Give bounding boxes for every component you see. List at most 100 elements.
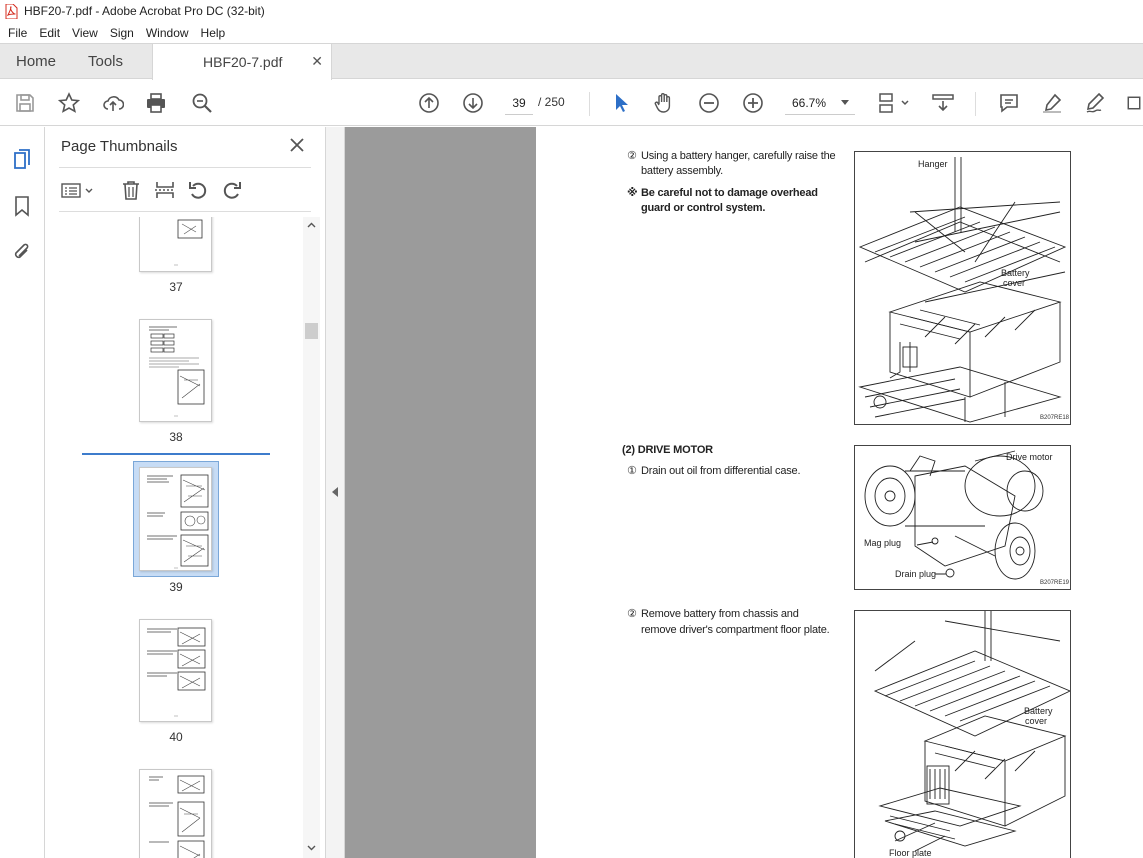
figure-label: Battery xyxy=(1024,706,1053,716)
thumbnail-page-37[interactable] xyxy=(139,217,212,272)
save-icon[interactable] xyxy=(13,91,37,115)
highlight-pen-icon[interactable] xyxy=(1040,91,1064,115)
step-number: ② xyxy=(627,608,637,620)
sign-pen-icon[interactable] xyxy=(1083,91,1107,115)
menu-help[interactable]: Help xyxy=(195,26,232,40)
current-page-indicator xyxy=(82,453,270,455)
chevron-down-icon xyxy=(841,100,849,105)
menu-bar: File Edit View Sign Window Help xyxy=(0,22,1143,43)
thumbnail-scrollbar[interactable] xyxy=(303,217,320,858)
page-number-input[interactable]: 39 xyxy=(505,91,533,115)
trash-icon[interactable] xyxy=(120,179,142,201)
navigation-rail xyxy=(0,127,45,858)
print-icon[interactable] xyxy=(144,91,168,115)
figure-label: Hanger xyxy=(918,159,948,169)
battery-hanger-figure: Hanger Battery cover B207RE18 xyxy=(854,151,1071,425)
tab-tools[interactable]: Tools xyxy=(88,44,123,79)
tab-home[interactable]: Home xyxy=(16,44,56,79)
scroll-down-icon[interactable] xyxy=(307,843,316,852)
rotate-left-icon[interactable] xyxy=(187,179,209,201)
acrobat-pdf-icon xyxy=(4,3,18,19)
thumbnail-page-41[interactable] xyxy=(139,769,212,858)
title-bar: HBF20-7.pdf - Adobe Acrobat Pro DC (32-b… xyxy=(0,0,1143,22)
scrollbar-thumb[interactable] xyxy=(305,323,318,339)
figure-label: Drive motor xyxy=(1006,452,1053,462)
thumbnail-page-40[interactable] xyxy=(139,619,212,722)
step-text: battery assembly. xyxy=(641,165,723,177)
step-number: ① xyxy=(627,465,637,477)
note-text: guard or control system. xyxy=(641,202,766,214)
drive-motor-figure: Drive motor Mag plug Drain plug B207RE19 xyxy=(854,445,1071,590)
collapse-panel-icon[interactable] xyxy=(332,487,338,497)
star-icon[interactable] xyxy=(57,91,81,115)
section-heading: (2) DRIVE MOTOR xyxy=(622,444,713,456)
thumbnail-label: 38 xyxy=(169,430,183,444)
step-number: ② xyxy=(627,150,637,162)
panel-title: Page Thumbnails xyxy=(61,138,178,155)
step-text: Using a battery hanger, carefully raise … xyxy=(641,150,836,162)
comment-icon[interactable] xyxy=(997,91,1021,115)
menu-edit[interactable]: Edit xyxy=(33,26,66,40)
panel-splitter[interactable] xyxy=(325,127,345,858)
figure-code: B207RE19 xyxy=(1040,580,1070,586)
zoom-in-icon[interactable] xyxy=(741,91,765,115)
divider xyxy=(59,167,311,168)
toolbar: 39 / 250 66.7% xyxy=(0,80,1143,126)
menu-sign[interactable]: Sign xyxy=(104,26,140,40)
pdf-page: ② Using a battery hanger, carefully rais… xyxy=(536,127,1143,858)
upload-cloud-icon[interactable] xyxy=(101,91,125,115)
bookmark-icon[interactable] xyxy=(11,195,35,219)
thumbnail-page-38[interactable] xyxy=(139,319,212,422)
select-arrow-icon[interactable] xyxy=(609,91,633,115)
page-thumbnails-panel: Page Thumbnails 37 38 39 40 xyxy=(45,127,325,858)
step-text: remove driver's compartment floor plate. xyxy=(641,624,830,636)
battery-removal-figure: Battery cover Floor plate xyxy=(854,610,1071,858)
tab-bar: Home Tools HBF20-7.pdf ✕ xyxy=(0,43,1143,80)
step-text: Remove battery from chassis and xyxy=(641,608,799,620)
zoom-out-icon[interactable] xyxy=(697,91,721,115)
insert-pages-icon[interactable] xyxy=(154,179,176,201)
figure-label: Mag plug xyxy=(864,538,902,548)
thumbnail-list: 37 38 39 40 xyxy=(59,217,302,858)
scroll-up-icon[interactable] xyxy=(307,221,316,230)
close-tab-icon[interactable]: ✕ xyxy=(311,53,323,70)
thumbnail-options-icon[interactable] xyxy=(61,179,95,201)
page-total: / 250 xyxy=(538,95,565,109)
window-title: HBF20-7.pdf - Adobe Acrobat Pro DC (32-b… xyxy=(24,4,265,18)
scroll-mode-icon[interactable] xyxy=(931,91,955,115)
zoom-search-icon[interactable] xyxy=(190,91,214,115)
zoom-level-value: 66.7% xyxy=(792,95,827,110)
menu-file[interactable]: File xyxy=(2,26,33,40)
attachment-icon[interactable] xyxy=(11,241,35,265)
figure-label: cover xyxy=(1025,716,1048,726)
previous-page-icon[interactable] xyxy=(417,91,441,115)
thumbnail-label: 40 xyxy=(169,730,183,744)
document-view[interactable]: ② Using a battery hanger, carefully rais… xyxy=(345,127,1143,858)
figure-label: Floor plate xyxy=(889,848,932,858)
close-panel-icon[interactable] xyxy=(288,136,306,154)
thumbnail-label: 39 xyxy=(169,580,183,594)
figure-label: cover xyxy=(1003,278,1026,288)
rotate-right-icon[interactable] xyxy=(221,179,243,201)
tab-document[interactable]: HBF20-7.pdf ✕ xyxy=(152,44,332,80)
figure-code: B207RE18 xyxy=(1040,415,1070,421)
step-text: Drain out oil from differential case. xyxy=(641,465,801,477)
divider xyxy=(59,211,311,212)
menu-view[interactable]: View xyxy=(66,26,104,40)
menu-window[interactable]: Window xyxy=(140,26,195,40)
zoom-level-select[interactable]: 66.7% xyxy=(785,91,855,115)
hand-tool-icon[interactable] xyxy=(652,91,676,115)
toolbar-divider xyxy=(589,92,590,116)
tab-document-label: HBF20-7.pdf xyxy=(203,54,283,70)
page-display-icon[interactable] xyxy=(877,91,913,115)
more-tools-icon[interactable] xyxy=(1125,91,1143,115)
note-mark: ※ xyxy=(627,187,638,199)
thumbnail-label: 37 xyxy=(169,280,183,294)
thumbnail-page-39[interactable] xyxy=(139,467,212,571)
toolbar-divider xyxy=(975,92,976,116)
page-thumbnails-icon[interactable] xyxy=(11,148,35,172)
figure-label: Battery xyxy=(1001,268,1030,278)
figure-label: Drain plug xyxy=(895,569,937,579)
note-text: Be careful not to damage overhead xyxy=(641,187,818,199)
next-page-icon[interactable] xyxy=(461,91,485,115)
